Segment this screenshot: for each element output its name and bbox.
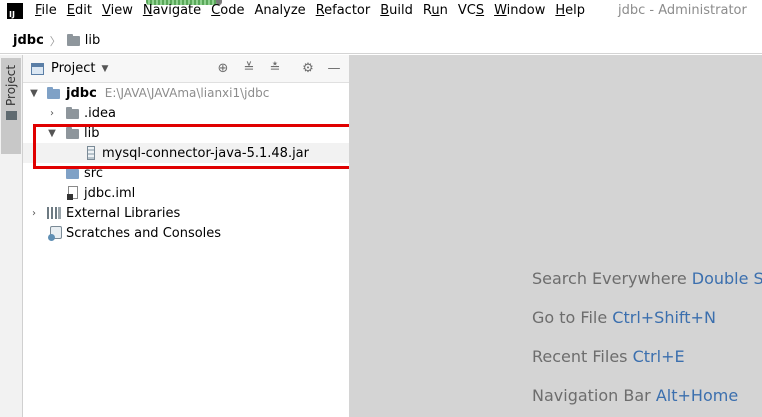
breadcrumb: jdbc 〉 lib [0, 28, 762, 54]
hint-text: Search Everywhere [532, 269, 687, 288]
jar-file-icon [87, 146, 95, 160]
folder-icon [66, 33, 80, 46]
menu-file[interactable]: File [35, 3, 57, 18]
tree-item-src[interactable]: src [23, 163, 349, 183]
project-tool-tab[interactable]: Project [1, 58, 21, 154]
chevron-down-icon[interactable]: ▼ [29, 88, 39, 99]
menu-refactor[interactable]: Refactor [316, 3, 371, 18]
tree-item-lib[interactable]: ▼ lib [23, 123, 349, 143]
hint-text: Recent Files [532, 347, 628, 366]
collapse-all-icon[interactable]: ≛ [267, 61, 283, 77]
breadcrumb-lib[interactable]: lib [85, 33, 100, 48]
hint-text: Go to File [532, 308, 608, 327]
window-title: jdbc - Administrator [618, 3, 747, 18]
menu-vcs[interactable]: VCS [458, 3, 484, 18]
hint-recent-files: Recent Files Ctrl+E [532, 347, 685, 366]
menu-run[interactable]: Run [423, 3, 448, 18]
menu-bar: IJ File Edit View Navigate Code Analyze … [0, 0, 762, 24]
intellij-logo-icon: IJ [7, 3, 23, 19]
tree-item-mysql-jar[interactable]: mysql-connector-java-5.1.48.jar [23, 143, 349, 163]
project-panel: Project ▼ ⊕ ≚ ≛ ⚙ — ▼ jdbc E:\JAVA\JAVAma… [23, 55, 349, 417]
chevron-down-icon[interactable]: ▼ [47, 128, 57, 139]
hint-shortcut: Double Shi [691, 269, 762, 288]
tree-item-external-libraries-label: External Libraries [66, 205, 181, 221]
chevron-right-icon: 〉 [49, 34, 61, 48]
panel-title[interactable]: Project [51, 61, 95, 76]
locate-target-icon[interactable]: ⊕ [215, 61, 231, 77]
menu-window[interactable]: Window [494, 3, 545, 18]
iml-file-icon [67, 186, 78, 200]
tree-item-scratches-label: Scratches and Consoles [66, 225, 222, 241]
tree-item-jdbc-path: E:\JAVA\JAVAma\lianxi1\jdbc [104, 85, 270, 100]
menu-build[interactable]: Build [380, 3, 413, 18]
hint-shortcut: Ctrl+Shift+N [612, 308, 716, 327]
tree-item-idea-label: .idea [84, 105, 116, 121]
menu-code[interactable]: Code [211, 3, 244, 18]
tree-item-src-label: src [84, 165, 103, 181]
tree-item-mysql-jar-label: mysql-connector-java-5.1.48.jar [102, 145, 309, 161]
hint-text: Navigation Bar [532, 386, 651, 405]
menu-help[interactable]: Help [555, 3, 585, 18]
dropdown-caret-icon[interactable]: ▼ [101, 64, 108, 74]
folder-icon [6, 111, 17, 120]
tree-item-jdbc-iml[interactable]: jdbc.iml [23, 183, 349, 203]
scratches-icon [48, 226, 62, 241]
menu-items: File Edit View Navigate Code Analyze Ref… [35, 3, 595, 18]
gear-icon[interactable]: ⚙ [300, 61, 316, 77]
tree-item-scratches[interactable]: Scratches and Consoles [23, 223, 349, 243]
hint-shortcut: Alt+Home [655, 386, 739, 405]
editor-empty-area: Search Everywhere Double Shi Go to File … [349, 55, 762, 417]
hide-panel-icon[interactable]: — [326, 61, 342, 77]
tree-item-idea[interactable]: › .idea [23, 103, 349, 123]
hint-shortcut: Ctrl+E [632, 347, 685, 366]
module-folder-icon [47, 87, 60, 99]
expand-all-icon[interactable]: ≚ [241, 61, 257, 77]
tree-item-lib-label: lib [84, 125, 100, 141]
project-panel-header: Project ▼ ⊕ ≚ ≛ ⚙ — [23, 55, 349, 83]
tree-item-external-libraries[interactable]: › External Libraries [23, 203, 349, 223]
library-icon [47, 207, 61, 219]
hint-navigation-bar: Navigation Bar Alt+Home [532, 386, 738, 405]
tree-item-label: jdbc E:\JAVA\JAVAma\lianxi1\jdbc [66, 86, 269, 101]
folder-icon [66, 107, 79, 119]
menu-navigate[interactable]: Navigate [143, 3, 201, 18]
menu-view[interactable]: View [102, 3, 133, 18]
folder-icon [66, 127, 79, 139]
source-folder-icon [66, 167, 79, 179]
breadcrumb-root[interactable]: jdbc [13, 33, 44, 48]
tree-item-jdbc-iml-label: jdbc.iml [84, 185, 136, 201]
left-tool-strip: Project [0, 55, 23, 417]
hint-search-everywhere: Search Everywhere Double Shi [532, 269, 762, 288]
chevron-right-icon[interactable]: › [47, 108, 57, 119]
tree-item-jdbc-label: jdbc [66, 85, 97, 101]
menu-analyze[interactable]: Analyze [254, 3, 305, 18]
hint-go-to-file: Go to File Ctrl+Shift+N [532, 308, 716, 327]
project-tool-tab-label: Project [4, 64, 18, 106]
menu-edit[interactable]: Edit [67, 3, 92, 18]
chevron-right-icon[interactable]: › [29, 208, 39, 219]
project-icon [31, 62, 44, 75]
tree-item-jdbc[interactable]: ▼ jdbc E:\JAVA\JAVAma\lianxi1\jdbc [23, 83, 349, 103]
